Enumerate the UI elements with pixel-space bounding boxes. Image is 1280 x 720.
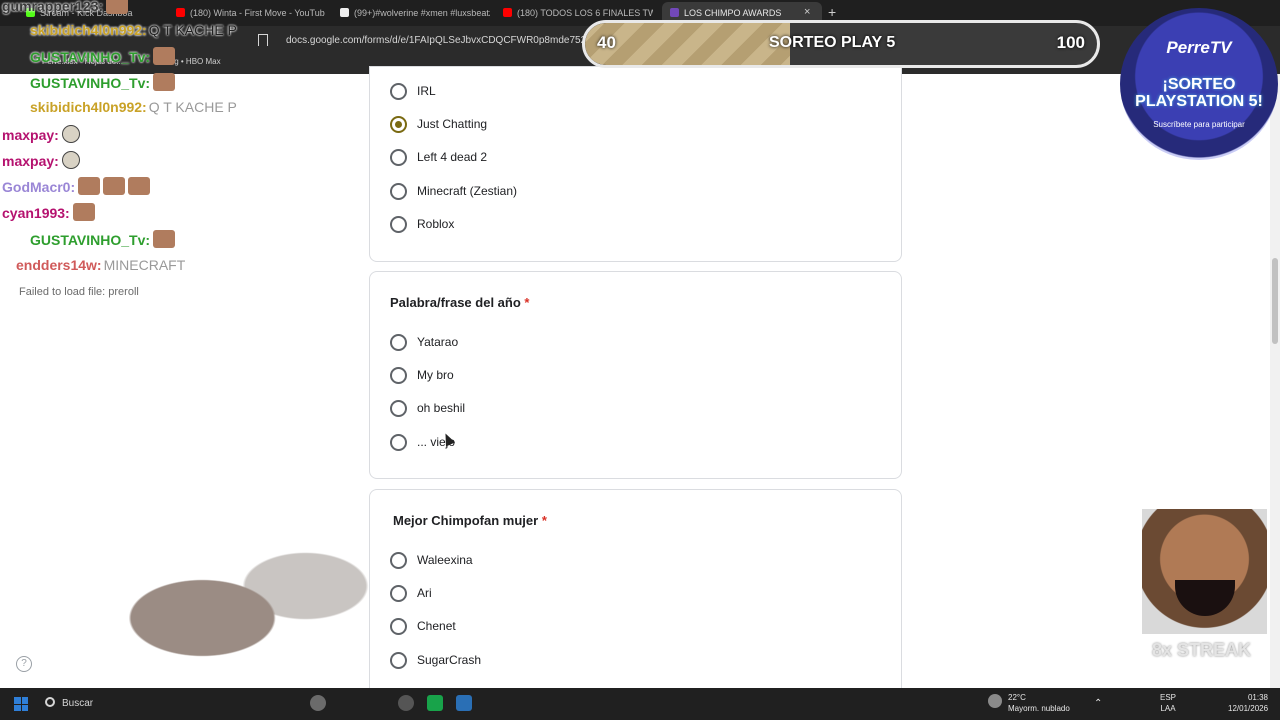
radio-button-selected[interactable] — [390, 115, 407, 133]
search-icon — [45, 697, 55, 707]
radio-button[interactable] — [390, 82, 407, 100]
chat-message: cyan1993: — [2, 203, 95, 221]
badge-headline: ¡SORTEO PLAYSTATION 5! — [1135, 76, 1263, 110]
option-my-bro[interactable]: My bro — [390, 365, 454, 385]
option-chenet[interactable]: Chenet — [390, 616, 456, 636]
option-waleexina[interactable]: Waleexina — [390, 550, 473, 570]
chat-message: maxpay: — [2, 151, 80, 169]
question-title: Palabra/frase del año * — [390, 295, 530, 310]
url-field[interactable]: docs.google.com/forms/d/e/1FAIpQLSeJbvxC… — [286, 33, 586, 49]
stream-chat-overlay: gumrapper123: skibidich4l0n992: Q T KACHE… — [0, 0, 260, 300]
chat-message: GodMacr0: — [2, 177, 151, 195]
radio-button[interactable] — [390, 551, 407, 569]
chat-message: skibidich4l0n992: Q T KACHE P — [30, 99, 237, 115]
question-card-phrase-of-year: Palabra/frase del año * Yatarao My bro o… — [369, 271, 902, 479]
chat-message: GUSTAVINHO_Tv: — [30, 230, 176, 248]
steam-icon[interactable] — [456, 695, 472, 711]
giveaway-badge: PerreTV ¡SORTEO PLAYSTATION 5! Suscríbet… — [1120, 8, 1278, 160]
option-minecraft-zestian[interactable]: Minecraft (Zestian) — [390, 181, 517, 201]
app-icon[interactable] — [398, 695, 414, 711]
screen: Stream - Kick Dashboa (180) Winta - Firs… — [0, 0, 1280, 720]
progress-goal: 100 — [1056, 33, 1085, 52]
tiktok-icon — [340, 8, 349, 17]
windows-taskbar — [0, 688, 1280, 720]
option-yatarao[interactable]: Yatarao — [390, 332, 458, 352]
taskbar-search[interactable]: Buscar — [40, 693, 130, 715]
close-tab-icon[interactable]: × — [804, 6, 810, 18]
page-scrollbar[interactable] — [1270, 74, 1280, 688]
tray-chevron-icon[interactable]: ⌃ — [1094, 698, 1102, 709]
badge-subtitle: Suscríbete para participar — [1153, 120, 1245, 129]
weather-widget[interactable]: 22°C Mayorm. nublado — [1008, 692, 1070, 714]
emote-icon — [72, 203, 95, 221]
clock[interactable]: 01:38 12/01/2026 — [1228, 692, 1268, 714]
option-irl[interactable]: IRL — [390, 81, 436, 101]
emote-icon — [153, 230, 176, 248]
option-just-chatting[interactable]: Just Chatting — [390, 114, 487, 134]
option-ari[interactable]: Ari — [390, 583, 432, 603]
emote-icon — [128, 177, 151, 195]
radio-button[interactable] — [390, 215, 407, 233]
preroll-error-text: Failed to load file: preroll — [19, 286, 139, 298]
scrollbar-thumb[interactable] — [1272, 258, 1278, 344]
weather-icon[interactable] — [988, 694, 1002, 708]
tab-tiktok[interactable]: (99+)#wolverine #xmen #luxsbeatz | — [340, 4, 490, 22]
chat-message: GUSTAVINHO_Tv: — [30, 47, 176, 65]
emote-icon — [153, 47, 176, 65]
new-tab-button[interactable]: + — [828, 4, 836, 20]
option-oh-beshil[interactable]: oh beshil — [390, 398, 465, 418]
emote-icon — [106, 0, 129, 14]
chat-message: gumrapper123: — [2, 0, 129, 14]
option-left-4-dead-2[interactable]: Left 4 dead 2 — [390, 147, 487, 167]
emote-icon — [153, 73, 176, 91]
windows-start-icon[interactable] — [14, 697, 28, 711]
progress-current: 40 — [597, 33, 616, 52]
emote-icon — [61, 125, 80, 143]
required-asterisk: * — [541, 513, 547, 528]
giveaway-progress-bar: 40 SORTEO PLAY 5 100 — [582, 20, 1100, 68]
option-roblox[interactable]: Roblox — [390, 214, 454, 234]
option-sugarcrash[interactable]: SugarCrash — [390, 650, 481, 670]
emote-icon — [103, 177, 126, 195]
google-forms-icon — [670, 8, 679, 17]
radio-button[interactable] — [390, 399, 407, 417]
youtube-icon — [503, 8, 512, 17]
radio-button[interactable] — [390, 182, 407, 200]
chat-message: GUSTAVINHO_Tv: — [30, 73, 176, 91]
help-icon[interactable]: ? — [16, 656, 32, 672]
radio-button[interactable] — [390, 148, 407, 166]
chat-message: skibidich4l0n992: Q T KACHE P — [30, 22, 237, 38]
radio-button[interactable] — [390, 366, 407, 384]
question-card-best-chimpofan-woman: Mejor Chimpofan mujer * Waleexina Ari Ch… — [369, 489, 902, 709]
radio-button[interactable] — [390, 584, 407, 602]
chat-message: maxpay: — [2, 125, 80, 143]
radio-button[interactable] — [390, 651, 407, 669]
radio-button[interactable] — [390, 433, 407, 451]
radio-button[interactable] — [390, 617, 407, 635]
app-icon[interactable] — [310, 695, 326, 711]
chat-message: endders14w: MINECRAFT — [16, 257, 186, 273]
emote-icon — [61, 151, 80, 169]
progress-title: SORTEO PLAY 5 — [769, 34, 896, 51]
streamer-webcam — [112, 530, 370, 690]
question-title: Mejor Chimpofan mujer * — [393, 513, 547, 528]
language-indicator[interactable]: ESP LAA — [1160, 692, 1176, 714]
streak-label: 8x STREAK — [1152, 640, 1252, 660]
play-app-icon[interactable] — [427, 695, 443, 711]
badge-brand: PerreTV — [1166, 38, 1232, 57]
question-card-category: IRL Just Chatting Left 4 dead 2 Minecraf… — [369, 66, 902, 262]
emote-icon — [78, 177, 101, 195]
required-asterisk: * — [524, 295, 530, 310]
radio-button[interactable] — [390, 333, 407, 351]
